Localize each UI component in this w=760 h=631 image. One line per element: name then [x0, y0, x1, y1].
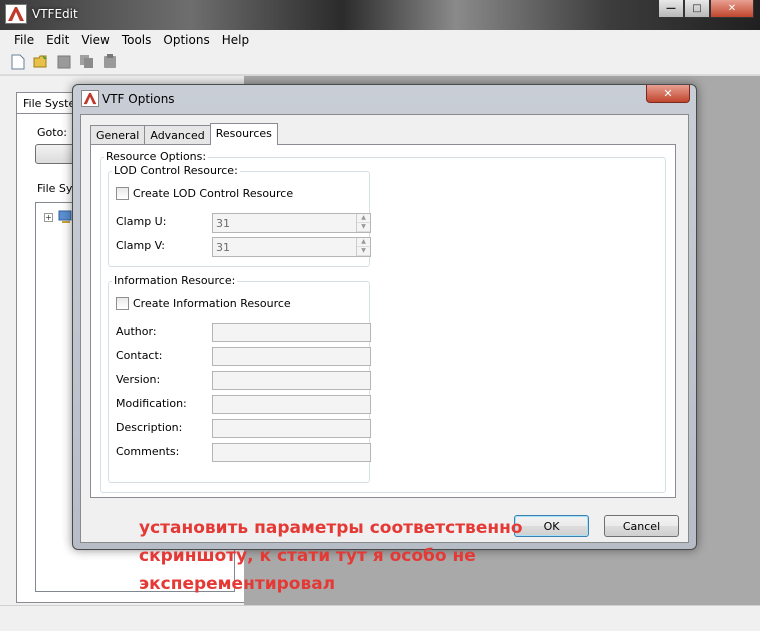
clamp-u-value: 31 — [216, 217, 230, 230]
description-label: Description: — [116, 421, 183, 434]
comments-field[interactable] — [212, 443, 371, 462]
menu-file[interactable]: File — [8, 33, 40, 47]
menu-help[interactable]: Help — [216, 33, 255, 47]
save-icon[interactable] — [56, 54, 72, 70]
lod-checkbox[interactable] — [116, 187, 129, 200]
lod-checkbox-label: Create LOD Control Resource — [133, 187, 294, 200]
vtfedit-logo-icon — [5, 4, 27, 24]
modification-label: Modification: — [116, 397, 187, 410]
version-label: Version: — [116, 373, 161, 386]
annotation-line-2: скриншоту, к стати тут я особо не — [139, 546, 476, 566]
annotation-text: установить параметры соответственно скри… — [139, 514, 559, 598]
dialog-body: General Advanced Resources Resource Opti… — [80, 114, 689, 543]
spin-up-icon[interactable]: ▲ — [357, 214, 370, 223]
annotation-line-3: эксперементировал — [139, 574, 336, 594]
clamp-v-spinner[interactable]: 31 ▲ ▼ — [212, 237, 371, 257]
resource-options-label: Resource Options: — [104, 150, 209, 163]
contact-label: Contact: — [116, 349, 163, 362]
goto-label: Goto: — [37, 126, 68, 139]
spin-down-icon[interactable]: ▼ — [357, 223, 370, 232]
open-folder-icon[interactable] — [33, 54, 49, 70]
info-checkbox-label: Create Information Resource — [133, 297, 291, 310]
comments-label: Comments: — [116, 445, 180, 458]
new-file-icon[interactable] — [10, 54, 26, 70]
paste-icon[interactable] — [102, 54, 118, 70]
toolbar — [0, 49, 760, 75]
menu-options[interactable]: Options — [157, 33, 215, 47]
tab-resources[interactable]: Resources — [209, 123, 278, 145]
menu-view[interactable]: View — [75, 33, 115, 47]
lod-group-label: LOD Control Resource: — [112, 164, 240, 177]
clamp-v-label: Clamp V: — [116, 239, 166, 252]
expand-icon[interactable]: + — [44, 213, 53, 222]
info-group-label: Information Resource: — [112, 274, 238, 287]
dialog-close-button[interactable]: ✕ — [646, 85, 690, 103]
author-field[interactable] — [212, 323, 371, 342]
close-button[interactable]: ✕ — [710, 0, 754, 18]
info-checkbox-row[interactable]: Create Information Resource — [116, 297, 291, 310]
clamp-v-value: 31 — [216, 241, 230, 254]
resources-tab-panel: Resource Options: LOD Control Resource: … — [90, 144, 676, 498]
copy-icon[interactable] — [79, 54, 95, 70]
tab-advanced[interactable]: Advanced — [144, 125, 211, 145]
status-bar — [0, 605, 760, 631]
cancel-button[interactable]: Cancel — [604, 515, 679, 537]
spin-down-icon[interactable]: ▼ — [357, 247, 370, 256]
description-field[interactable] — [212, 419, 371, 438]
menu-tools[interactable]: Tools — [116, 33, 158, 47]
maximize-button[interactable]: □ — [684, 0, 710, 18]
tab-general[interactable]: General — [90, 125, 146, 145]
main-titlebar: VTFEdit — □ ✕ — [0, 0, 760, 30]
modification-field[interactable] — [212, 395, 371, 414]
vtf-options-dialog: VTF Options ✕ General Advanced Resources… — [72, 84, 697, 550]
dialog-tabs: General Advanced Resources — [90, 123, 278, 145]
menu-edit[interactable]: Edit — [40, 33, 75, 47]
vtfedit-logo-icon — [81, 90, 99, 107]
window-title: VTFEdit — [32, 7, 78, 21]
dialog-titlebar: VTF Options ✕ — [73, 85, 696, 111]
version-field[interactable] — [212, 371, 371, 390]
info-checkbox[interactable] — [116, 297, 129, 310]
clamp-u-spinner[interactable]: 31 ▲ ▼ — [212, 213, 371, 233]
contact-field[interactable] — [212, 347, 371, 366]
author-label: Author: — [116, 325, 157, 338]
annotation-line-1: установить параметры соответственно — [139, 518, 523, 538]
spin-up-icon[interactable]: ▲ — [357, 238, 370, 247]
minimize-button[interactable]: — — [658, 0, 684, 18]
lod-checkbox-row[interactable]: Create LOD Control Resource — [116, 187, 293, 200]
clamp-u-label: Clamp U: — [116, 215, 167, 228]
menu-bar: File Edit View Tools Options Help — [0, 30, 760, 49]
dialog-title: VTF Options — [102, 92, 175, 106]
